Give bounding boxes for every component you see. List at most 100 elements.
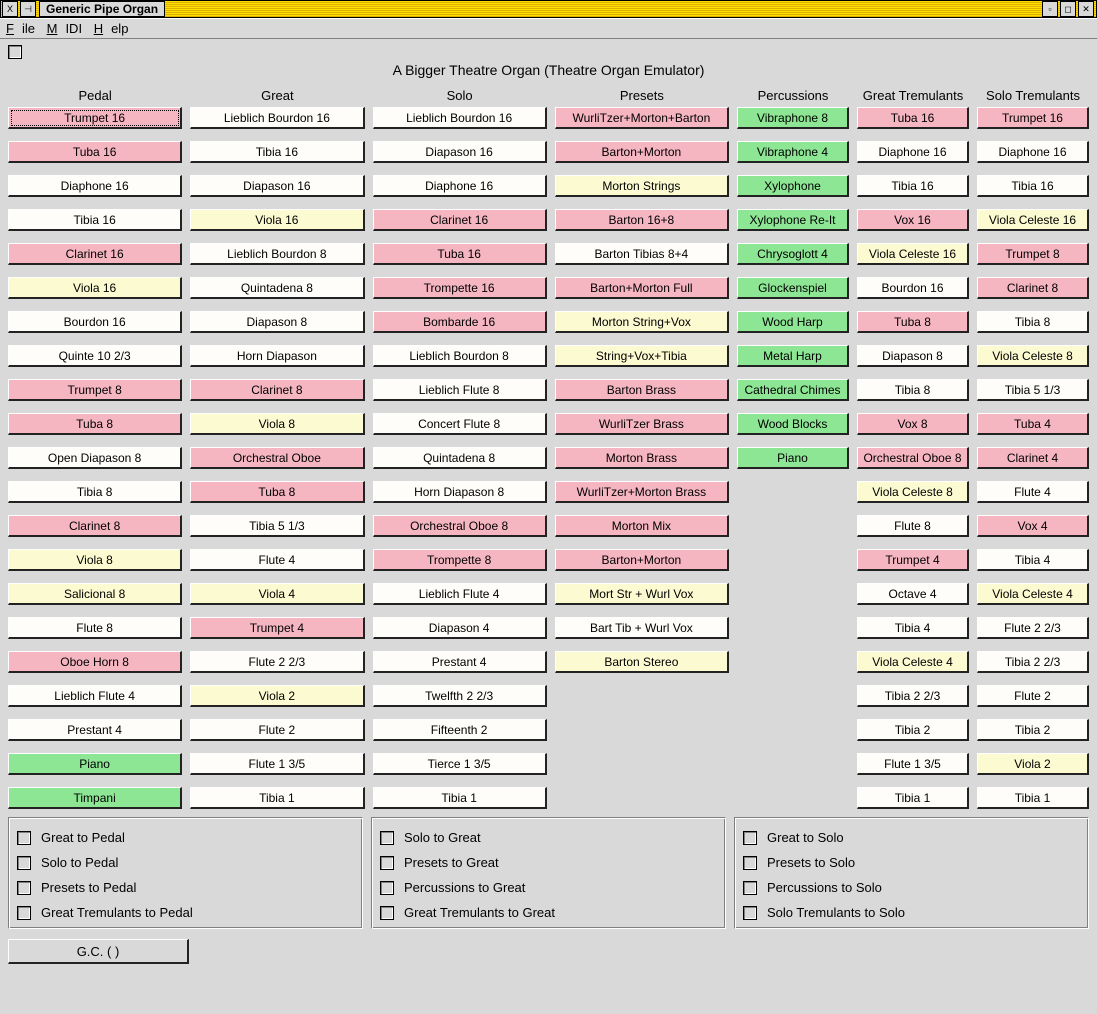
- pin-icon[interactable]: ⊣: [20, 1, 36, 17]
- stop-button[interactable]: Wood Harp: [737, 311, 849, 333]
- stop-button[interactable]: Flute 4: [977, 481, 1089, 503]
- stop-button[interactable]: Barton Stereo: [555, 651, 729, 673]
- stop-button[interactable]: Bourdon 16: [857, 277, 969, 299]
- coupler-item[interactable]: Solo Tremulants to Solo: [743, 905, 1080, 920]
- stop-button[interactable]: Mort Str + Wurl Vox: [555, 583, 729, 605]
- checkbox-icon[interactable]: [17, 856, 31, 870]
- stop-button[interactable]: Vox 16: [857, 209, 969, 231]
- coupler-item[interactable]: Solo to Great: [380, 830, 717, 845]
- stop-button[interactable]: Lieblich Bourdon 8: [190, 243, 364, 265]
- stop-button[interactable]: Quintadena 8: [190, 277, 364, 299]
- stop-button[interactable]: Diapason 16: [190, 175, 364, 197]
- stop-button[interactable]: Twelfth 2 2/3: [373, 685, 547, 707]
- stop-button[interactable]: Diapason 4: [373, 617, 547, 639]
- stop-button[interactable]: Metal Harp: [737, 345, 849, 367]
- coupler-item[interactable]: Great to Solo: [743, 830, 1080, 845]
- stop-button[interactable]: Flute 1 3/5: [857, 753, 969, 775]
- stop-button[interactable]: Barton Tibias 8+4: [555, 243, 729, 265]
- stop-button[interactable]: Tibia 16: [977, 175, 1089, 197]
- close-icon[interactable]: ✕: [1078, 1, 1094, 17]
- stop-button[interactable]: Tibia 4: [977, 549, 1089, 571]
- stop-button[interactable]: Fifteenth 2: [373, 719, 547, 741]
- stop-button[interactable]: Flute 4: [190, 549, 364, 571]
- coupler-item[interactable]: Great to Pedal: [17, 830, 354, 845]
- stop-button[interactable]: Tibia 2 2/3: [857, 685, 969, 707]
- checkbox-icon[interactable]: [380, 856, 394, 870]
- stop-button[interactable]: String+Vox+Tibia: [555, 345, 729, 367]
- stop-button[interactable]: Lieblich Flute 4: [373, 583, 547, 605]
- stop-button[interactable]: Tierce 1 3/5: [373, 753, 547, 775]
- stop-button[interactable]: Lieblich Flute 4: [8, 685, 182, 707]
- stop-button[interactable]: Tibia 2: [977, 719, 1089, 741]
- stop-button[interactable]: Flute 2 2/3: [977, 617, 1089, 639]
- coupler-item[interactable]: Great Tremulants to Great: [380, 905, 717, 920]
- stop-button[interactable]: Flute 8: [8, 617, 182, 639]
- checkbox-icon[interactable]: [380, 906, 394, 920]
- stop-button[interactable]: Viola Celeste 8: [977, 345, 1089, 367]
- stop-button[interactable]: Tibia 5 1/3: [190, 515, 364, 537]
- stop-button[interactable]: Viola 8: [8, 549, 182, 571]
- stop-button[interactable]: Tibia 16: [8, 209, 182, 231]
- stop-button[interactable]: Viola 16: [8, 277, 182, 299]
- checkbox-icon[interactable]: [17, 881, 31, 895]
- coupler-item[interactable]: Presets to Solo: [743, 855, 1080, 870]
- stop-button[interactable]: Horn Diapason: [190, 345, 364, 367]
- stop-button[interactable]: Piano: [8, 753, 182, 775]
- stop-button[interactable]: Barton+Morton: [555, 549, 729, 571]
- stop-button[interactable]: Trumpet 16: [977, 107, 1089, 129]
- stop-button[interactable]: Flute 1 3/5: [190, 753, 364, 775]
- stop-button[interactable]: Tuba 16: [8, 141, 182, 163]
- stop-button[interactable]: Barton+Morton: [555, 141, 729, 163]
- stop-button[interactable]: Diapason 16: [373, 141, 547, 163]
- stop-button[interactable]: Tibia 16: [190, 141, 364, 163]
- coupler-item[interactable]: Solo to Pedal: [17, 855, 354, 870]
- menu-midi[interactable]: MIDI: [47, 21, 82, 36]
- stop-button[interactable]: Diapason 8: [857, 345, 969, 367]
- stop-button[interactable]: Tibia 2 2/3: [977, 651, 1089, 673]
- coupler-item[interactable]: Great Tremulants to Pedal: [17, 905, 354, 920]
- gc-button[interactable]: G.C. ( ): [8, 939, 189, 964]
- stop-button[interactable]: Diaphone 16: [857, 141, 969, 163]
- stop-button[interactable]: Xylophone Re-It: [737, 209, 849, 231]
- stop-button[interactable]: Diapason 8: [190, 311, 364, 333]
- checkbox-icon[interactable]: [380, 831, 394, 845]
- stop-button[interactable]: Salicional 8: [8, 583, 182, 605]
- checkbox-icon[interactable]: [743, 856, 757, 870]
- stop-button[interactable]: Trompette 16: [373, 277, 547, 299]
- checkbox-icon[interactable]: [17, 906, 31, 920]
- stop-button[interactable]: Viola 4: [190, 583, 364, 605]
- stop-button[interactable]: Flute 2: [190, 719, 364, 741]
- stop-button[interactable]: Clarinet 16: [373, 209, 547, 231]
- stop-button[interactable]: Prestant 4: [8, 719, 182, 741]
- stop-button[interactable]: Morton Strings: [555, 175, 729, 197]
- stop-button[interactable]: Barton 16+8: [555, 209, 729, 231]
- toggle-checkbox[interactable]: [8, 45, 22, 59]
- stop-button[interactable]: Tuba 4: [977, 413, 1089, 435]
- stop-button[interactable]: Quinte 10 2/3: [8, 345, 182, 367]
- stop-button[interactable]: Tibia 8: [977, 311, 1089, 333]
- stop-button[interactable]: Vibraphone 4: [737, 141, 849, 163]
- stop-button[interactable]: Orchestral Oboe 8: [373, 515, 547, 537]
- stop-button[interactable]: Morton Mix: [555, 515, 729, 537]
- checkbox-icon[interactable]: [380, 881, 394, 895]
- window-menu-icon[interactable]: X: [2, 1, 18, 17]
- stop-button[interactable]: Flute 8: [857, 515, 969, 537]
- stop-button[interactable]: Viola 8: [190, 413, 364, 435]
- checkbox-icon[interactable]: [743, 831, 757, 845]
- stop-button[interactable]: Viola Celeste 16: [857, 243, 969, 265]
- stop-button[interactable]: Diaphone 16: [373, 175, 547, 197]
- stop-button[interactable]: Diaphone 16: [8, 175, 182, 197]
- checkbox-icon[interactable]: [743, 906, 757, 920]
- stop-button[interactable]: Vibraphone 8: [737, 107, 849, 129]
- stop-button[interactable]: Trumpet 4: [190, 617, 364, 639]
- stop-button[interactable]: Tibia 5 1/3: [977, 379, 1089, 401]
- stop-button[interactable]: Viola 2: [190, 685, 364, 707]
- stop-button[interactable]: Chrysoglott 4: [737, 243, 849, 265]
- stop-button[interactable]: Tuba 16: [857, 107, 969, 129]
- menu-help[interactable]: Help: [94, 21, 129, 36]
- stop-button[interactable]: WurliTzer Brass: [555, 413, 729, 435]
- stop-button[interactable]: Tibia 1: [857, 787, 969, 809]
- stop-button[interactable]: Cathedral Chimes: [737, 379, 849, 401]
- stop-button[interactable]: Clarinet 16: [8, 243, 182, 265]
- stop-button[interactable]: Quintadena 8: [373, 447, 547, 469]
